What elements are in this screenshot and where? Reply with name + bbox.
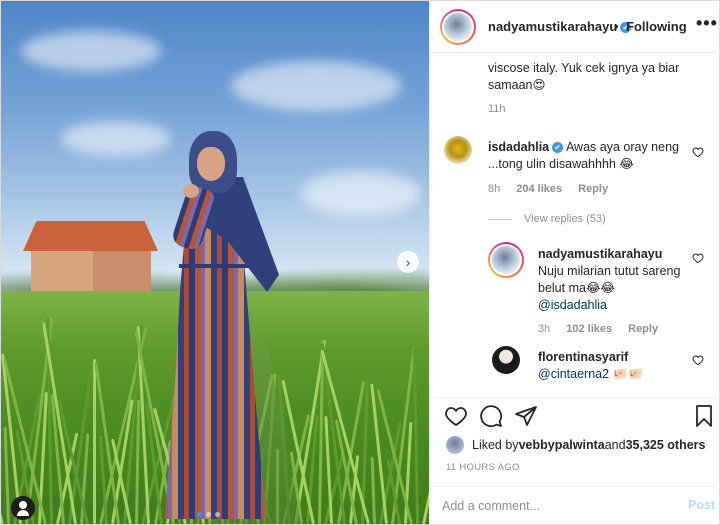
house — [23, 221, 158, 296]
likes-count-link[interactable]: 35,325 others — [626, 438, 706, 452]
grass-blade — [92, 359, 96, 524]
comment-username[interactable]: isdadahlia — [488, 140, 549, 154]
following-button[interactable]: Following — [626, 19, 687, 34]
comment-likes[interactable]: 204 likes — [516, 183, 562, 195]
post-actions: Liked by vebbypalwinta and 35,325 others… — [430, 397, 720, 524]
add-comment-bar: Post — [430, 486, 720, 524]
heart-icon[interactable] — [692, 354, 704, 366]
post-photo[interactable]: › — [1, 1, 429, 524]
heart-icon[interactable] — [444, 404, 468, 428]
verified-icon: ✔ — [552, 142, 564, 153]
user-tag-icon[interactable] — [11, 496, 35, 520]
avatar[interactable] — [444, 136, 472, 164]
post-header: nadyamustikarahayu ✔ • Following ••• — [430, 1, 720, 53]
bookmark-icon[interactable] — [692, 404, 716, 428]
avatar[interactable] — [488, 242, 524, 278]
cloud — [21, 31, 161, 71]
instagram-post: › nadyamustikarahayu ✔ • Following ••• vi… — [0, 0, 720, 525]
comment-mention[interactable]: @isdadahlia — [538, 298, 607, 312]
author-username[interactable]: nadyamustikarahayu ✔ — [488, 19, 632, 34]
comment-text: nadyamustikarahayu Nuju milarian tutut s… — [538, 247, 681, 312]
comment-mention[interactable]: @cintaerna2 — [538, 367, 609, 381]
avatar[interactable] — [492, 346, 520, 374]
caption-text: viscose italy. Yuk cek ignya ya biar sam… — [488, 61, 680, 92]
view-replies-button[interactable]: View replies (53) — [488, 213, 606, 225]
grass-blade — [1, 465, 4, 524]
next-photo-button[interactable]: › — [397, 251, 419, 273]
cloud — [301, 171, 421, 216]
comment-time[interactable]: 8h — [488, 183, 500, 195]
grass-blade — [421, 462, 429, 524]
grass-blade — [135, 399, 141, 524]
heart-icon[interactable] — [692, 252, 704, 264]
post-button[interactable]: Post — [688, 498, 715, 512]
grass-blade — [3, 427, 11, 524]
avatar[interactable] — [446, 436, 464, 454]
liked-by: Liked by vebbypalwinta and 35,325 others — [446, 436, 705, 454]
woman-figure — [151, 129, 281, 524]
comment-meta: 8h 204 likes Reply — [488, 183, 608, 195]
more-icon[interactable]: ••• — [696, 13, 718, 34]
comment-text: florentinasyarif @cintaerna2 🐖🐖 — [538, 350, 644, 381]
comment-username[interactable]: florentinasyarif — [538, 350, 628, 364]
comment-time[interactable]: 3h — [538, 323, 550, 335]
comment-username[interactable]: nadyamustikarahayu — [538, 247, 662, 261]
reply-button[interactable]: Reply — [578, 183, 608, 195]
carousel-dot — [215, 512, 220, 517]
post-timestamp[interactable]: 11 HOURS AGO — [446, 462, 520, 473]
avatar[interactable] — [440, 9, 476, 45]
comment-text: isdadahlia ✔ Awas aya oray neng ...tong u… — [488, 140, 679, 171]
separator: • — [614, 19, 619, 34]
liked-user-link[interactable]: vebbypalwinta — [519, 438, 605, 452]
post-panel: nadyamustikarahayu ✔ • Following ••• visc… — [429, 1, 720, 524]
cloud — [231, 61, 401, 111]
carousel-dot — [197, 512, 202, 517]
grass-blade — [370, 456, 377, 524]
share-icon[interactable] — [514, 404, 538, 428]
reply-button[interactable]: Reply — [628, 323, 658, 335]
heart-icon[interactable] — [692, 146, 704, 158]
comment-meta: 3h 102 likes Reply — [538, 323, 658, 335]
grass-blade — [412, 348, 419, 524]
comments-list[interactable]: viscose italy. Yuk cek ignya ya biar sam… — [430, 54, 720, 396]
comment-likes[interactable]: 102 likes — [566, 323, 612, 335]
caption-time: 11h — [488, 103, 506, 115]
carousel-dot — [206, 512, 211, 517]
comment-input[interactable] — [442, 495, 672, 517]
comment-icon[interactable] — [479, 404, 503, 428]
carousel-indicator — [197, 512, 220, 517]
